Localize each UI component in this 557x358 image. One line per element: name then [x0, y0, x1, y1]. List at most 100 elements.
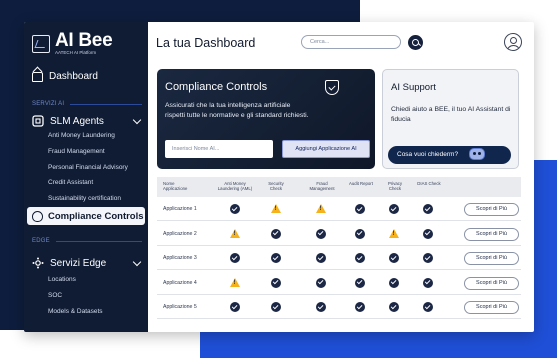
status-cell-security [271, 253, 283, 264]
status-cell-privacy [389, 228, 401, 240]
column-header-audit: Audit Report [349, 181, 373, 186]
check-circle-icon [355, 302, 365, 312]
check-circle-icon [389, 204, 399, 214]
check-circle-icon [271, 277, 281, 288]
check-circle-icon [271, 228, 281, 239]
sidebar-item-soc[interactable]: SOC [48, 292, 62, 299]
learn-more-button[interactable]: Scopri di Più [464, 252, 519, 265]
section-header-edge: EDGE [32, 238, 142, 244]
status-cell-fraud [316, 302, 328, 313]
agents-icon [32, 115, 44, 127]
learn-more-button[interactable]: Scopri di Più [464, 227, 519, 241]
check-circle-icon [423, 277, 433, 288]
application-name: Applicazione 3 [163, 255, 197, 261]
search-button[interactable] [408, 35, 423, 50]
check-circle-icon [389, 277, 399, 288]
brand-name: AI Bee [55, 30, 113, 51]
search-input[interactable]: Cerca... [301, 35, 401, 49]
learn-more-button[interactable]: Scopri di Più [464, 301, 519, 314]
sidebar-item-dashboard[interactable]: Dashboard [32, 71, 98, 82]
check-circle-icon [355, 228, 365, 239]
check-circle-icon [389, 302, 399, 312]
status-cell-aml [230, 277, 242, 289]
sidebar-item-anti-money-laundering[interactable]: Anti Money Laundering [48, 132, 115, 139]
status-cell-privacy [389, 253, 401, 264]
check-circle-icon [316, 302, 326, 312]
application-name: Applicazione 5 [163, 304, 197, 310]
robot-eye [478, 152, 481, 155]
add-ai-application-button[interactable]: Aggiungi Applicazione AI [282, 140, 370, 158]
card-description: Chiedi aiuto a BEE, il tuo AI Assistant … [391, 106, 511, 123]
logo-text: AI Bee AATECH AI Platform [55, 30, 113, 56]
application-name: Applicazione 4 [163, 279, 197, 286]
section-label: EDGE [32, 238, 50, 244]
learn-more-button[interactable]: Scopri di Più [464, 276, 519, 290]
sidebar-group-servizi-edge[interactable]: Servizi Edge [32, 257, 144, 269]
status-cell-audit [355, 253, 367, 264]
status-cell-fraud [316, 228, 328, 240]
column-header-fraud: Fraud Management [309, 181, 335, 191]
warning-icon [389, 228, 399, 238]
status-cell-aml [230, 228, 242, 240]
check-circle-icon [271, 302, 281, 312]
check-circle-icon [316, 277, 326, 288]
status-cell-audit [355, 204, 367, 215]
robot-assistant-icon [467, 146, 487, 162]
check-circle-icon [355, 277, 365, 288]
check-circle-icon [316, 228, 326, 239]
table-header: Nome Applicazione Anti Money Laundering … [157, 177, 521, 197]
status-cell-dias [423, 277, 435, 289]
app-window: AI Bee AATECH AI Platform Dashboard SERV… [24, 22, 534, 332]
status-cell-dias [423, 204, 435, 215]
status-cell-audit [355, 277, 367, 289]
sidebar-item-label: Dashboard [49, 71, 98, 82]
check-circle-icon [230, 253, 240, 263]
check-circle-icon [355, 204, 365, 214]
home-icon [32, 71, 43, 82]
sidebar-item-credit-assistant[interactable]: Credit Assistant [48, 179, 93, 186]
ask-assistant-button[interactable]: Cosa vuoi chiederm? [388, 146, 511, 164]
network-icon [32, 257, 44, 269]
ai-support-card: AI Support Chiedi aiuto a BEE, il tuo AI… [382, 69, 519, 169]
column-header-name: Nome Applicazione [163, 181, 188, 191]
sidebar-item-compliance-controls[interactable]: Compliance Controls [27, 207, 145, 225]
warning-icon [230, 228, 240, 238]
page-title: La tua Dashboard [156, 36, 256, 50]
logo-icon [32, 35, 50, 53]
main-content: La tua Dashboard Cerca... Compliance Con… [148, 22, 534, 332]
section-divider [70, 103, 142, 105]
table-row: Applicazione 3 Scopri di Più [157, 248, 521, 270]
status-cell-security [271, 204, 283, 215]
check-circle-icon [389, 253, 399, 263]
table-row: Applicazione 4 Scopri di Più [157, 273, 521, 295]
status-cell-dias [423, 253, 435, 264]
column-header-aml: Anti Money Laundering (AML) [217, 181, 253, 191]
card-title: Compliance Controls [165, 81, 268, 93]
brand-logo[interactable]: AI Bee AATECH AI Platform [32, 30, 113, 56]
status-cell-privacy [389, 204, 401, 215]
user-avatar-icon[interactable] [504, 33, 522, 51]
sidebar-item-personal-financial-advisory[interactable]: Personal Financial Advisory [48, 164, 128, 171]
sidebar-item-sustainability-certification[interactable]: Sustainability certification [48, 195, 121, 202]
sidebar-group-label: SLM Agents [50, 115, 104, 127]
sidebar: AI Bee AATECH AI Platform Dashboard SERV… [24, 22, 148, 332]
check-circle-icon [423, 228, 433, 239]
status-cell-fraud [316, 277, 328, 289]
stage: AI Bee AATECH AI Platform Dashboard SERV… [0, 0, 557, 358]
warning-icon [316, 204, 326, 213]
card-title: AI Support [391, 82, 436, 93]
card-description: Assicurati che la tua intelligenza artif… [165, 102, 309, 119]
sidebar-group-slm-agents[interactable]: SLM Agents [32, 115, 144, 127]
sidebar-item-fraud-management[interactable]: Fraud Management [48, 148, 105, 155]
sidebar-item-models-datasets[interactable]: Models & Datasets [48, 308, 103, 315]
learn-more-button[interactable]: Scopri di Più [464, 203, 519, 216]
ai-name-input[interactable]: Inserisci Nome AI... [165, 140, 273, 158]
robot-head [469, 148, 485, 160]
status-cell-fraud [316, 204, 328, 215]
section-label: SERVIZI AI [32, 101, 65, 107]
check-circle-icon [355, 253, 365, 263]
warning-icon [230, 277, 240, 287]
sidebar-group-label: Servizi Edge [50, 257, 107, 269]
sidebar-item-locations[interactable]: Locations [48, 276, 76, 283]
status-cell-aml [230, 204, 242, 215]
